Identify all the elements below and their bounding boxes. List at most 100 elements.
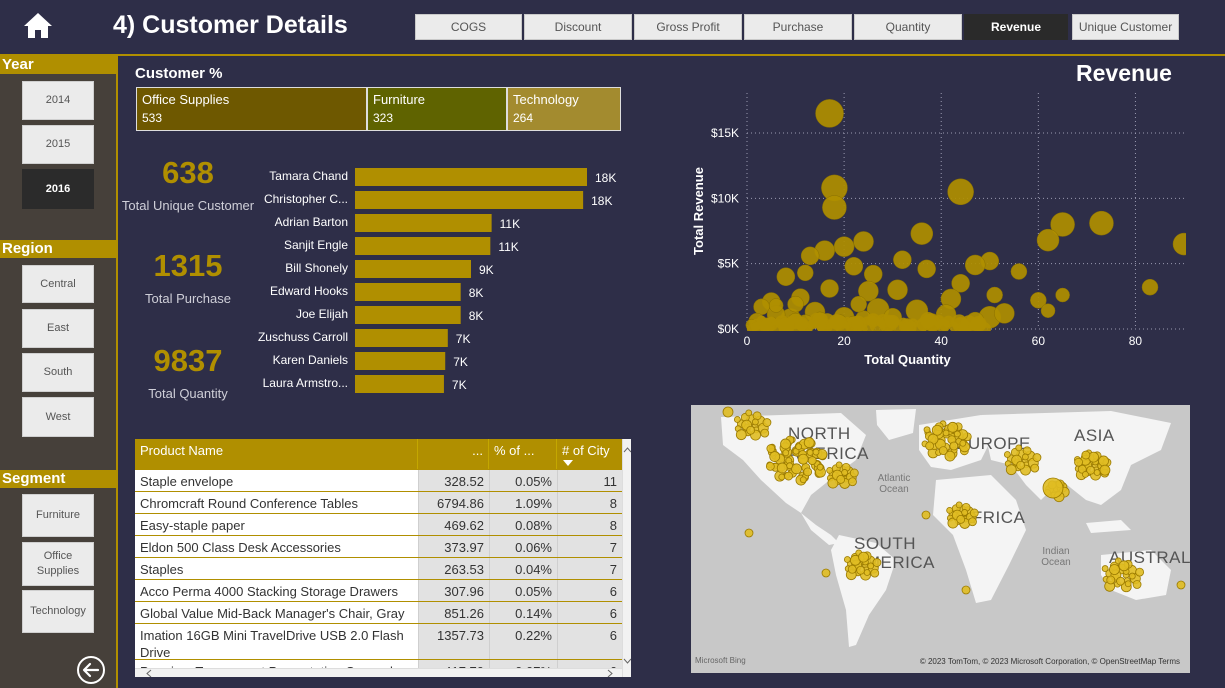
map-bubble[interactable] bbox=[778, 473, 786, 481]
map-bubble[interactable] bbox=[946, 506, 954, 514]
scatter-point[interactable] bbox=[1055, 287, 1070, 303]
map-bubble[interactable] bbox=[847, 564, 857, 574]
scatter-point[interactable] bbox=[910, 222, 934, 245]
map-bubble[interactable] bbox=[863, 569, 871, 576]
map-bubble[interactable] bbox=[1116, 576, 1125, 586]
map-bubble[interactable] bbox=[762, 418, 772, 427]
map-bubble[interactable] bbox=[784, 471, 793, 481]
map-bubble[interactable] bbox=[1101, 565, 1109, 572]
scatter-point[interactable] bbox=[885, 314, 900, 329]
back-button[interactable] bbox=[76, 655, 106, 685]
scatter-point[interactable] bbox=[867, 315, 878, 326]
map-bubble[interactable] bbox=[1015, 444, 1023, 452]
scatter-point[interactable] bbox=[828, 314, 845, 331]
map-bubble[interactable] bbox=[821, 568, 831, 578]
scatter-point[interactable] bbox=[816, 320, 827, 331]
scatter-point[interactable] bbox=[778, 319, 795, 335]
map-bubble[interactable] bbox=[961, 509, 969, 516]
horizontal-scrollbar[interactable] bbox=[135, 668, 622, 677]
column-header-pct[interactable]: % of ... bbox=[489, 439, 557, 469]
map-bubble[interactable] bbox=[1099, 464, 1111, 476]
map-bubble[interactable] bbox=[765, 461, 775, 471]
scatter-point[interactable] bbox=[1141, 278, 1159, 296]
table-row[interactable]: Acco Perma 4000 Stacking Storage Drawers… bbox=[135, 579, 622, 602]
map-bubble[interactable] bbox=[769, 451, 781, 462]
scatter-point[interactable] bbox=[833, 236, 855, 257]
segment-option-technology[interactable]: Technology bbox=[22, 590, 94, 633]
segment-option-office-supplies[interactable]: Office Supplies bbox=[22, 542, 94, 586]
map-bubble[interactable] bbox=[949, 441, 959, 451]
map-bubble[interactable] bbox=[1106, 575, 1116, 585]
map-bubble[interactable] bbox=[867, 562, 875, 570]
map-bubble[interactable] bbox=[1124, 580, 1132, 588]
map-bubble[interactable] bbox=[849, 468, 859, 478]
map-bubble[interactable] bbox=[1016, 460, 1026, 470]
map-bubble[interactable] bbox=[826, 466, 834, 474]
tab-discount[interactable]: Discount bbox=[524, 14, 632, 40]
scatter-point[interactable] bbox=[794, 316, 809, 331]
scatter-point[interactable] bbox=[958, 322, 969, 332]
map-bubble[interactable] bbox=[751, 418, 759, 426]
column-header-product-name[interactable]: Product Name bbox=[135, 439, 418, 469]
tab-unique-customer[interactable]: Unique Customer bbox=[1072, 14, 1179, 40]
map-bubble[interactable] bbox=[1176, 580, 1186, 590]
scatter-point[interactable] bbox=[768, 298, 784, 313]
bar[interactable] bbox=[355, 237, 491, 255]
scatter-point[interactable] bbox=[986, 286, 1003, 304]
bar[interactable] bbox=[355, 214, 492, 232]
map-bubble[interactable] bbox=[1021, 453, 1029, 461]
map-bubble[interactable] bbox=[969, 508, 979, 518]
map-bubble[interactable] bbox=[797, 453, 809, 465]
scatter-point[interactable] bbox=[994, 303, 1015, 324]
map-bubble[interactable] bbox=[1093, 469, 1101, 476]
map-bubble[interactable] bbox=[836, 475, 846, 484]
customer-map[interactable]: NORTH AMERICA EUROPE ASIA AFRICA SOUTH AME… bbox=[691, 405, 1190, 673]
map-bubble[interactable] bbox=[870, 568, 880, 578]
map-bubble[interactable] bbox=[816, 463, 824, 471]
scatter-point[interactable] bbox=[776, 267, 796, 286]
map-bubble[interactable] bbox=[803, 437, 815, 448]
map-bubble[interactable] bbox=[959, 439, 967, 447]
scatter-point[interactable] bbox=[844, 257, 864, 276]
table-row[interactable]: Staple envelope 328.52 0.05% 11 bbox=[135, 469, 622, 492]
scatter-point[interactable] bbox=[901, 321, 914, 334]
map-bubble[interactable] bbox=[968, 517, 977, 527]
map-bubble[interactable] bbox=[955, 501, 963, 509]
map-bubble[interactable] bbox=[786, 462, 794, 470]
scatter-point[interactable] bbox=[1172, 232, 1195, 256]
scatter-point[interactable] bbox=[851, 317, 864, 330]
map-bubble[interactable] bbox=[858, 551, 869, 563]
scatter-point[interactable] bbox=[920, 312, 937, 329]
map-bubble[interactable] bbox=[835, 461, 843, 469]
tab-cogs[interactable]: COGS bbox=[415, 14, 522, 40]
map-bubble[interactable] bbox=[1082, 470, 1089, 478]
map-bubble[interactable] bbox=[925, 441, 935, 451]
map-bubble[interactable] bbox=[1128, 572, 1136, 580]
scatter-point[interactable] bbox=[850, 295, 867, 313]
map-bubble[interactable] bbox=[782, 449, 790, 457]
table-row[interactable]: Easy-staple paper 469.62 0.08% 8 bbox=[135, 513, 622, 536]
map-bubble[interactable] bbox=[735, 429, 747, 441]
scatter-point[interactable] bbox=[822, 195, 847, 220]
map-bubble[interactable] bbox=[1003, 451, 1011, 458]
map-bubble[interactable] bbox=[1098, 455, 1109, 467]
bar[interactable] bbox=[355, 329, 448, 347]
tab-gross-profit[interactable]: Gross Profit bbox=[634, 14, 742, 40]
vertical-scrollbar[interactable] bbox=[622, 439, 631, 677]
map-bubble[interactable] bbox=[956, 515, 966, 524]
map-bubble[interactable] bbox=[812, 448, 820, 456]
bar[interactable] bbox=[355, 375, 444, 393]
map-bubble[interactable] bbox=[1005, 464, 1017, 476]
map-bubble[interactable] bbox=[733, 416, 741, 423]
scatter-point[interactable] bbox=[853, 231, 874, 252]
region-option-east[interactable]: East bbox=[22, 309, 94, 348]
scatter-point[interactable] bbox=[936, 318, 951, 333]
bar[interactable] bbox=[355, 168, 587, 186]
bar[interactable] bbox=[355, 283, 461, 301]
map-bubble[interactable] bbox=[1074, 457, 1083, 467]
year-option-2016[interactable]: 2016 bbox=[22, 169, 94, 209]
bar[interactable] bbox=[355, 260, 471, 278]
map-bubble[interactable] bbox=[938, 446, 948, 456]
scatter-point[interactable] bbox=[797, 264, 814, 282]
tab-quantity[interactable]: Quantity bbox=[854, 14, 962, 40]
